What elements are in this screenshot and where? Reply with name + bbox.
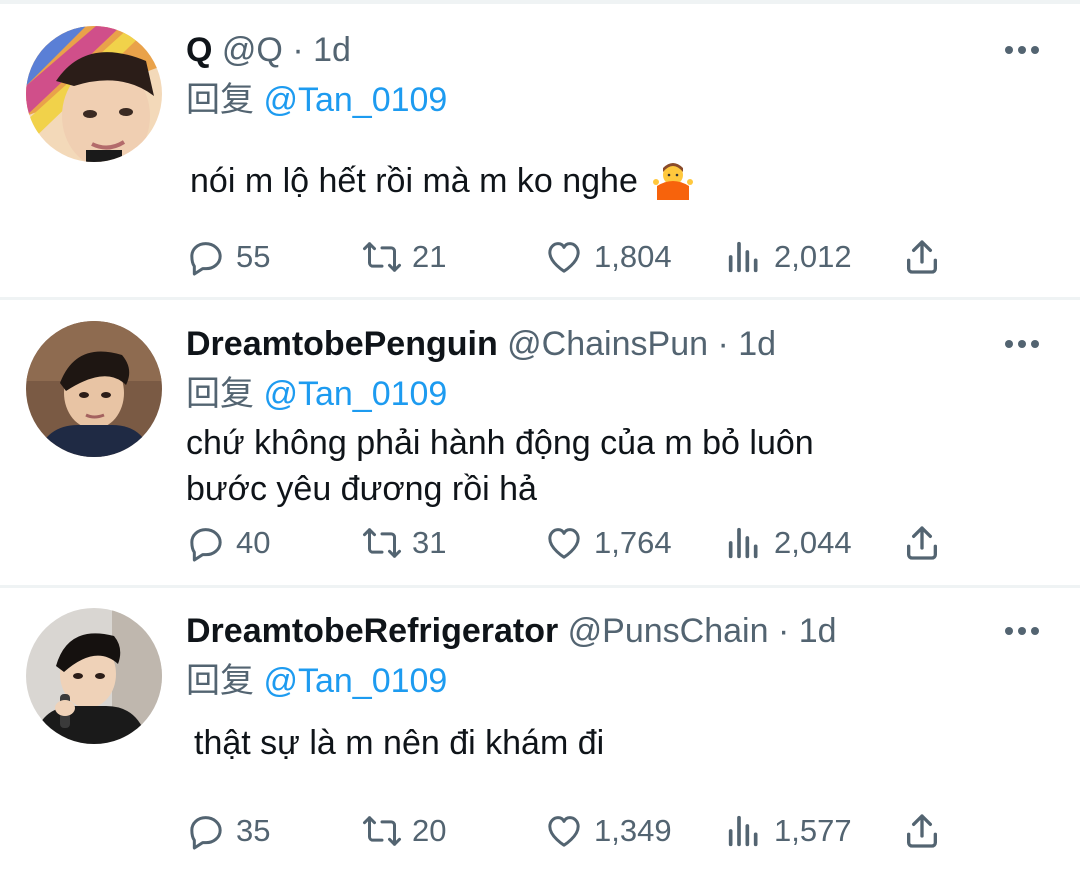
tweet-text-line: thật sự là m nên đi khám đi xyxy=(194,724,605,762)
share-button[interactable] xyxy=(902,232,952,282)
reply-prefix: 回复 xyxy=(186,81,254,119)
display-name[interactable]: DreamtobePenguin xyxy=(186,325,498,363)
tweet-actions: 55 21 1,804 2,012 xyxy=(186,232,946,282)
views-button[interactable]: 2,012 xyxy=(724,232,852,282)
reply-icon xyxy=(190,242,222,276)
views-button[interactable]: 1,577 xyxy=(724,806,852,856)
views-count: 2,012 xyxy=(774,239,852,274)
reply-context: 回复 @Tan_0109 xyxy=(186,372,447,416)
timestamp[interactable]: 1d xyxy=(738,325,776,363)
tweet-header: DreamtobePenguin @ChainsPun · 1d xyxy=(186,322,776,366)
retweet-count: 21 xyxy=(412,239,447,274)
heart-icon xyxy=(548,816,580,847)
tweet-header: Q @Q · 1d xyxy=(186,28,351,72)
views-icon xyxy=(728,527,758,559)
tweet-header: DreamtobeRefrigerator @PunsChain · 1d xyxy=(186,609,837,653)
separator-dot: · xyxy=(717,325,729,363)
share-button[interactable] xyxy=(902,806,952,856)
reply-button[interactable]: 35 xyxy=(186,806,270,856)
avatar[interactable] xyxy=(26,26,162,162)
user-handle[interactable]: @ChainsPun xyxy=(507,325,708,363)
reply-context: 回复 @Tan_0109 xyxy=(186,659,447,703)
like-button[interactable]: 1,764 xyxy=(544,518,672,568)
tweet-1[interactable]: Q @Q · 1d 回复 @Tan_0109 nói m lộ hết rồi … xyxy=(0,0,1080,298)
more-dots-icon[interactable] xyxy=(1002,30,1042,70)
like-button[interactable]: 1,804 xyxy=(544,232,672,282)
like-button[interactable]: 1,349 xyxy=(544,806,672,856)
tweet-2[interactable]: DreamtobePenguin @ChainsPun · 1d 回复 @Tan… xyxy=(0,300,1080,586)
tweet-text-line: bước yêu đương rồi hả xyxy=(186,470,537,508)
retweet-icon xyxy=(363,816,401,846)
like-count: 1,349 xyxy=(594,813,672,848)
tweet-text: thật sự là m nên đi khám đi xyxy=(194,720,604,766)
avatar[interactable] xyxy=(26,321,162,457)
like-count: 1,764 xyxy=(594,525,672,560)
mention-link[interactable]: @Tan_0109 xyxy=(263,81,447,119)
reply-count: 40 xyxy=(236,525,271,560)
retweet-button[interactable]: 21 xyxy=(362,232,446,282)
reply-count: 55 xyxy=(236,239,271,274)
share-button[interactable] xyxy=(902,518,952,568)
views-icon xyxy=(728,815,758,847)
retweet-count: 31 xyxy=(412,525,447,560)
share-icon xyxy=(907,526,937,560)
person-shrugging-emoji-icon xyxy=(653,160,694,200)
tweet-text: chứ không phải hành động của m bỏ luôn b… xyxy=(186,420,814,512)
avatar[interactable] xyxy=(26,608,162,744)
tweet-text-line: chứ không phải hành động của m bỏ luôn xyxy=(186,424,814,462)
more-dots-icon[interactable] xyxy=(1002,611,1042,651)
heart-icon xyxy=(548,242,580,273)
retweet-icon xyxy=(363,242,401,272)
views-button[interactable]: 2,044 xyxy=(724,518,852,568)
display-name[interactable]: DreamtobeRefrigerator xyxy=(186,612,558,650)
reply-button[interactable]: 40 xyxy=(186,518,270,568)
separator-dot: · xyxy=(292,31,304,69)
reply-count: 35 xyxy=(236,813,271,848)
retweet-count: 20 xyxy=(412,813,447,848)
timestamp[interactable]: 1d xyxy=(799,612,837,650)
heart-icon xyxy=(548,528,580,559)
reply-prefix: 回复 xyxy=(186,662,254,700)
display-name[interactable]: Q xyxy=(186,31,212,69)
tweet-text: nói m lộ hết rồi mà m ko nghe xyxy=(190,158,694,204)
tweet-3[interactable]: DreamtobeRefrigerator @PunsChain · 1d 回复… xyxy=(0,588,1080,873)
mention-link[interactable]: @Tan_0109 xyxy=(263,375,447,413)
tweet-actions: 40 31 1,764 2,044 xyxy=(186,518,946,568)
retweet-button[interactable]: 20 xyxy=(362,806,446,856)
retweet-icon xyxy=(363,528,401,558)
tweet-text-line: nói m lộ hết rồi mà m ko nghe xyxy=(190,162,638,200)
more-dots-icon[interactable] xyxy=(1002,324,1042,364)
tweet-actions: 35 20 1,349 1,577 xyxy=(186,806,946,856)
share-icon xyxy=(907,814,937,848)
user-handle[interactable]: @Q xyxy=(222,31,283,69)
mention-link[interactable]: @Tan_0109 xyxy=(263,662,447,700)
views-count: 2,044 xyxy=(774,525,852,560)
retweet-button[interactable]: 31 xyxy=(362,518,446,568)
reply-prefix: 回复 xyxy=(186,375,254,413)
like-count: 1,804 xyxy=(594,239,672,274)
views-count: 1,577 xyxy=(774,813,852,848)
reply-button[interactable]: 55 xyxy=(186,232,270,282)
user-handle[interactable]: @PunsChain xyxy=(568,612,769,650)
reply-icon xyxy=(190,528,222,562)
reply-context: 回复 @Tan_0109 xyxy=(186,78,447,122)
share-icon xyxy=(907,240,937,274)
reply-icon xyxy=(190,816,222,850)
views-icon xyxy=(728,241,758,273)
timestamp[interactable]: 1d xyxy=(313,31,351,69)
separator-dot: · xyxy=(777,612,790,650)
